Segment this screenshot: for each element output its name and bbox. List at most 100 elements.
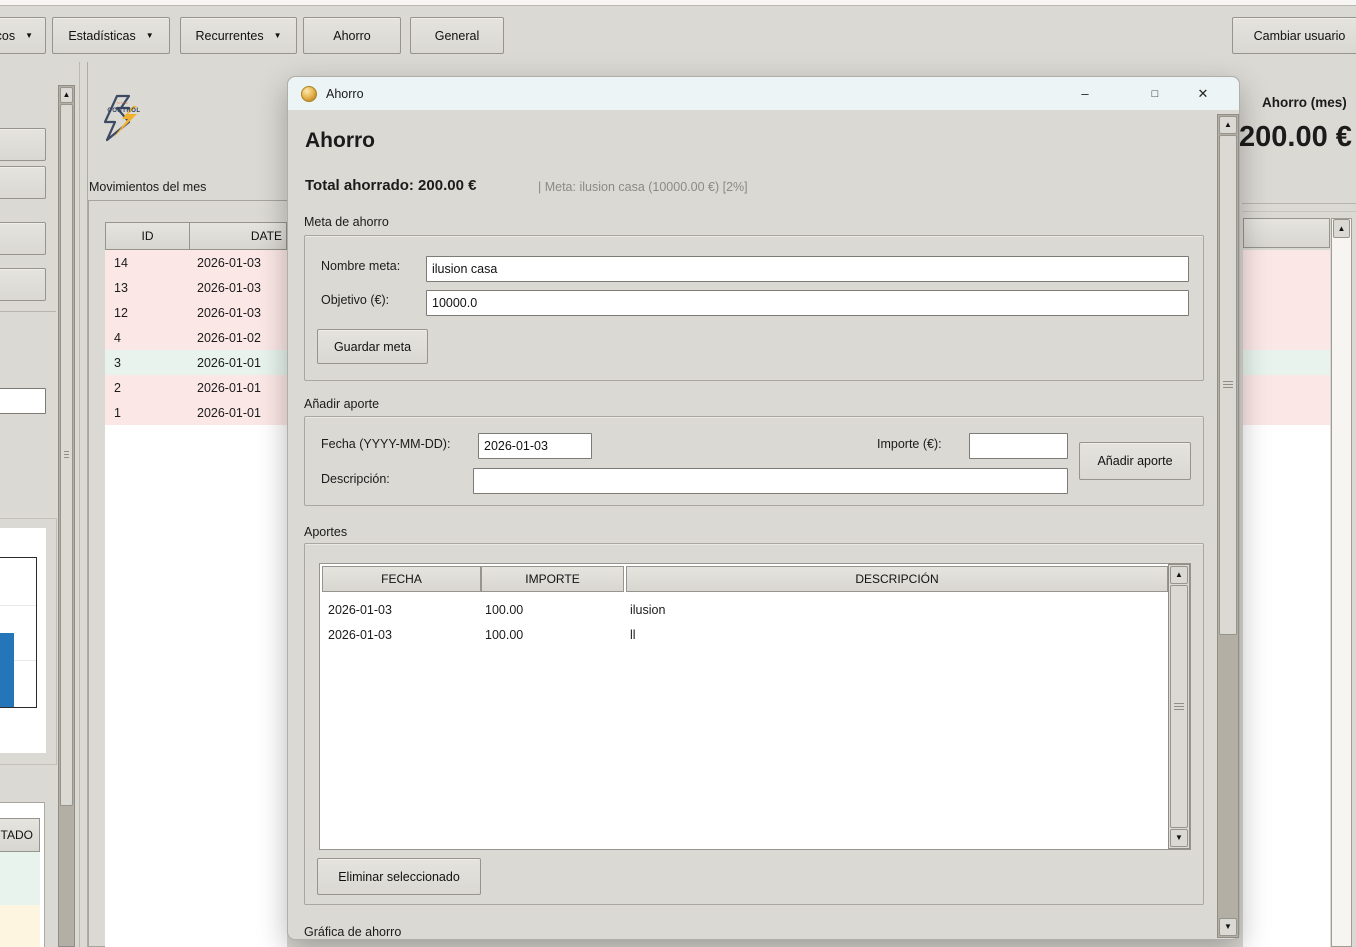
scroll-up-button[interactable]: ▲	[1170, 566, 1188, 584]
contrib-header-descripcion[interactable]: DESCRIPCIÓN	[626, 566, 1168, 592]
scrollbar-thumb[interactable]	[1170, 585, 1188, 828]
table-row[interactable]: 32026-01-01	[105, 350, 287, 375]
scroll-up-button[interactable]: ▲	[1333, 219, 1350, 238]
scroll-up-icon: ▲	[1175, 571, 1183, 579]
table-row[interactable]: 42026-01-02	[105, 325, 287, 350]
scroll-up-button[interactable]: ▲	[1219, 116, 1237, 134]
toolbar-button-general[interactable]: General	[410, 17, 504, 54]
maximize-icon: □	[1152, 88, 1159, 100]
maximize-button[interactable]: □	[1133, 77, 1177, 110]
button-label: Recurrentes	[195, 29, 263, 43]
bottom-left-header-partial[interactable]: TADO	[0, 818, 40, 852]
toolbar-button-recurrentes[interactable]: Recurrentes ▼	[180, 17, 297, 54]
add-contribution-button[interactable]: Añadir aporte	[1079, 442, 1191, 480]
page-title: Ahorro	[305, 129, 375, 153]
table-row[interactable]: 12026-01-01	[105, 400, 287, 425]
dialog-scrollbar-thumb[interactable]	[1219, 135, 1237, 635]
contributions-table: FECHA IMPORTE DESCRIPCIÓN 2026-01-03 100…	[319, 563, 1191, 850]
scrollbar-grip	[64, 451, 69, 459]
goal-name-input[interactable]	[426, 256, 1189, 282]
goal-name-label: Nombre meta:	[321, 259, 400, 273]
description-input[interactable]	[473, 468, 1068, 494]
movements-header-id[interactable]: ID	[105, 222, 190, 250]
table-row[interactable]: 2026-01-03 100.00 ll	[320, 622, 1168, 647]
button-label: Eliminar seleccionado	[338, 870, 460, 884]
toolbar-button-estadisticas[interactable]: Estadísticas ▼	[52, 17, 170, 54]
goal-summary-label: | Meta: ilusion casa (10000.00 €) [2%]	[538, 180, 748, 194]
button-label: Añadir aporte	[1097, 454, 1172, 468]
bottom-left-row-cream	[0, 905, 40, 947]
right-table-header[interactable]	[1243, 218, 1330, 248]
chevron-down-icon: ▼	[146, 32, 154, 40]
chevron-down-icon: ▼	[274, 32, 282, 40]
left-scrollbar[interactable]: ▲	[58, 85, 75, 947]
date-input[interactable]	[478, 433, 592, 459]
goal-target-input[interactable]	[426, 290, 1189, 316]
gridline	[0, 605, 36, 606]
toolbar-button-partial[interactable]: cos ▼	[0, 17, 46, 54]
table-row[interactable]: 2026-01-03 100.00 ilusion	[320, 597, 1168, 622]
dialog-title: Ahorro	[326, 87, 364, 101]
app-window-icon	[301, 86, 317, 102]
panel-divider	[0, 311, 56, 312]
minimize-icon: –	[1081, 86, 1088, 101]
button-label: Cambiar usuario	[1254, 29, 1346, 43]
logo-text: CONTROL	[107, 108, 140, 114]
chevron-down-icon: ▼	[25, 32, 33, 40]
amount-label: Importe (€):	[877, 437, 942, 451]
table-row[interactable]: 132026-01-03	[105, 275, 287, 300]
logo-script: ~~~	[116, 100, 128, 107]
table-row[interactable]: 22026-01-01	[105, 375, 287, 400]
movements-header-date[interactable]: DATE	[189, 222, 287, 250]
table-row[interactable]: 142026-01-03	[105, 250, 287, 275]
delete-selected-button[interactable]: Eliminar seleccionado	[317, 858, 481, 895]
toolbar-button-ahorro[interactable]: Ahorro	[303, 17, 401, 54]
sidebar-partial-button[interactable]	[0, 222, 46, 255]
right-table-row-green	[1243, 350, 1330, 375]
contrib-header-fecha[interactable]: FECHA	[322, 566, 481, 592]
date-label: Fecha (YYYY-MM-DD):	[321, 437, 450, 451]
right-table-body	[1243, 425, 1330, 947]
dialog-scrollbar[interactable]: ▲ ▼	[1217, 114, 1239, 938]
amount-input[interactable]	[969, 433, 1068, 459]
sidebar-partial-input[interactable]	[0, 388, 46, 414]
panel-edge	[44, 802, 45, 947]
movements-label: Movimientos del mes	[89, 180, 206, 194]
mini-chart-bar	[0, 633, 14, 707]
sidebar-partial-button[interactable]	[0, 268, 46, 301]
change-user-button[interactable]: Cambiar usuario	[1232, 17, 1356, 54]
app-logo: ~~~ CONTROL	[95, 92, 149, 144]
window-top-edge	[0, 0, 1356, 6]
toolbar-partial-label: cos	[0, 29, 15, 43]
sidebar-partial-button[interactable]	[0, 166, 46, 199]
column-header-label: ID	[142, 229, 154, 243]
save-goal-button[interactable]: Guardar meta	[317, 329, 428, 364]
left-scrollbar-thumb[interactable]	[60, 104, 73, 806]
close-button[interactable]: ✕	[1181, 77, 1225, 110]
ahorro-dialog: Ahorro – □ ✕ Ahorro Total ahorrado: 200.…	[287, 76, 1240, 940]
sidebar-partial-button[interactable]	[0, 128, 46, 161]
goal-section-label: Meta de ahorro	[304, 215, 389, 229]
table-row[interactable]: 122026-01-03	[105, 300, 287, 325]
scroll-down-icon: ▼	[1224, 923, 1232, 931]
scrollbar-grip	[1174, 703, 1184, 711]
description-label: Descripción:	[321, 472, 390, 486]
savings-month-title: Ahorro (mes)	[1262, 95, 1347, 110]
scroll-down-button[interactable]: ▼	[1170, 829, 1188, 847]
column-header-label: TADO	[1, 828, 33, 842]
button-label: Ahorro	[333, 29, 371, 43]
scroll-up-icon: ▲	[63, 91, 71, 99]
total-saved-label: Total ahorrado: 200.00 €	[305, 177, 476, 194]
main-scrollbar[interactable]: ▲	[1331, 218, 1352, 947]
scroll-down-button[interactable]: ▼	[1219, 918, 1237, 936]
minimize-button[interactable]: –	[1063, 77, 1107, 110]
panel-divider	[1242, 211, 1356, 212]
contrib-header-importe[interactable]: IMPORTE	[481, 566, 624, 592]
scroll-up-button[interactable]: ▲	[60, 87, 73, 103]
button-label: Estadísticas	[68, 29, 135, 43]
contributions-scrollbar[interactable]: ▲ ▼	[1168, 564, 1190, 849]
button-label: General	[435, 29, 479, 43]
scroll-down-icon: ▼	[1175, 834, 1183, 842]
savings-month-amount: 200.00 €	[1239, 121, 1352, 154]
button-label: Guardar meta	[334, 340, 411, 354]
